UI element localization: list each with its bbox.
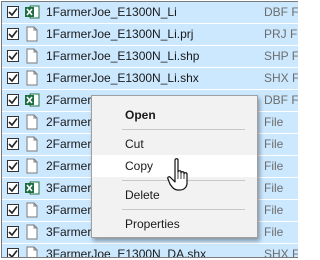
document-icon — [26, 224, 38, 240]
document-icon — [26, 202, 38, 218]
checkbox[interactable] — [7, 182, 19, 194]
document-icon — [26, 26, 38, 42]
file-type: SHX File — [264, 71, 298, 85]
document-icon — [26, 136, 38, 152]
file-type: File — [264, 225, 284, 239]
document-icon — [26, 48, 38, 64]
file-type: File — [264, 159, 284, 173]
checkbox[interactable] — [7, 50, 19, 62]
document-icon — [26, 114, 38, 130]
checkbox[interactable] — [7, 116, 19, 128]
checkbox[interactable] — [7, 138, 19, 150]
file-type: PRJ File — [264, 27, 298, 41]
excel-icon — [25, 93, 40, 107]
file-name: 3FarmerJ — [46, 203, 98, 217]
file-row[interactable]: 1FarmerJoe_E1300N_Li.shp SHP File — [2, 46, 298, 68]
file-name: 1FarmerJoe_E1300N_Li — [46, 5, 177, 19]
file-name: 3FarmerJ — [46, 181, 98, 195]
file-row[interactable]: 1FarmerJoe_E1300N_Li DBF File — [2, 2, 298, 24]
file-name: 3FarmerJoe_E1300N_DA.shx — [46, 247, 207, 258]
document-icon — [26, 246, 38, 257]
checkbox[interactable] — [7, 204, 19, 216]
menu-item-label: Properties — [125, 217, 180, 231]
file-name: 1FarmerJoe_E1300N_Li.shx — [46, 71, 199, 85]
excel-icon — [25, 181, 40, 195]
checkmark-icon — [8, 228, 18, 237]
menu-separator — [122, 129, 245, 130]
checkbox[interactable] — [7, 72, 19, 84]
file-type: File — [264, 181, 284, 195]
checkbox[interactable] — [7, 28, 19, 40]
excel-icon — [25, 5, 40, 19]
file-type: File — [264, 115, 284, 129]
checkmark-icon — [8, 74, 18, 83]
checkbox[interactable] — [7, 6, 19, 18]
menu-item-label: Open — [125, 108, 156, 122]
checkmark-icon — [8, 162, 18, 171]
checkmark-icon — [8, 96, 18, 105]
checkbox[interactable] — [7, 160, 19, 172]
menu-item-label: Copy — [125, 159, 154, 173]
menu-item-label: Cut — [125, 137, 144, 151]
checkmark-icon — [8, 250, 18, 257]
checkmark-icon — [8, 52, 18, 61]
checkbox[interactable] — [7, 248, 19, 257]
document-icon — [26, 70, 38, 86]
file-type: SHX File — [264, 247, 298, 258]
checkmark-icon — [8, 206, 18, 215]
file-type: DBF File — [264, 93, 298, 107]
file-type: File — [264, 137, 284, 151]
hand-cursor-icon — [167, 158, 188, 191]
file-type: SHP File — [264, 49, 298, 63]
checkmark-icon — [8, 118, 18, 127]
file-name: 3FarmerJ — [46, 225, 98, 239]
checkbox[interactable] — [7, 226, 19, 238]
checkmark-icon — [8, 184, 18, 193]
menu-item-properties[interactable]: Properties — [92, 213, 257, 235]
menu-item-cut[interactable]: Cut — [92, 133, 257, 155]
file-name: 2FarmerJ — [46, 159, 98, 173]
menu-item-open[interactable]: Open — [92, 104, 257, 126]
document-icon — [26, 158, 38, 174]
file-name: 1FarmerJoe_E1300N_Li.shp — [46, 49, 200, 63]
menu-separator — [122, 209, 245, 210]
menu-item-label: Delete — [125, 188, 160, 202]
file-row[interactable]: 1FarmerJoe_E1300N_Li.prj PRJ File — [2, 24, 298, 46]
file-type: DBF File — [264, 5, 298, 19]
checkmark-icon — [8, 140, 18, 149]
checkbox[interactable] — [7, 94, 19, 106]
file-row[interactable]: 1FarmerJoe_E1300N_Li.shx SHX File — [2, 68, 298, 90]
file-name: 2FarmerJ — [46, 115, 98, 129]
checkmark-icon — [8, 30, 18, 39]
file-name: 2FarmerJ — [46, 137, 98, 151]
checkmark-icon — [8, 8, 18, 17]
file-row[interactable]: 3FarmerJoe_E1300N_DA.shx SHX File — [2, 244, 298, 258]
file-type: File — [264, 203, 284, 217]
file-name: 1FarmerJoe_E1300N_Li.prj — [46, 27, 194, 41]
